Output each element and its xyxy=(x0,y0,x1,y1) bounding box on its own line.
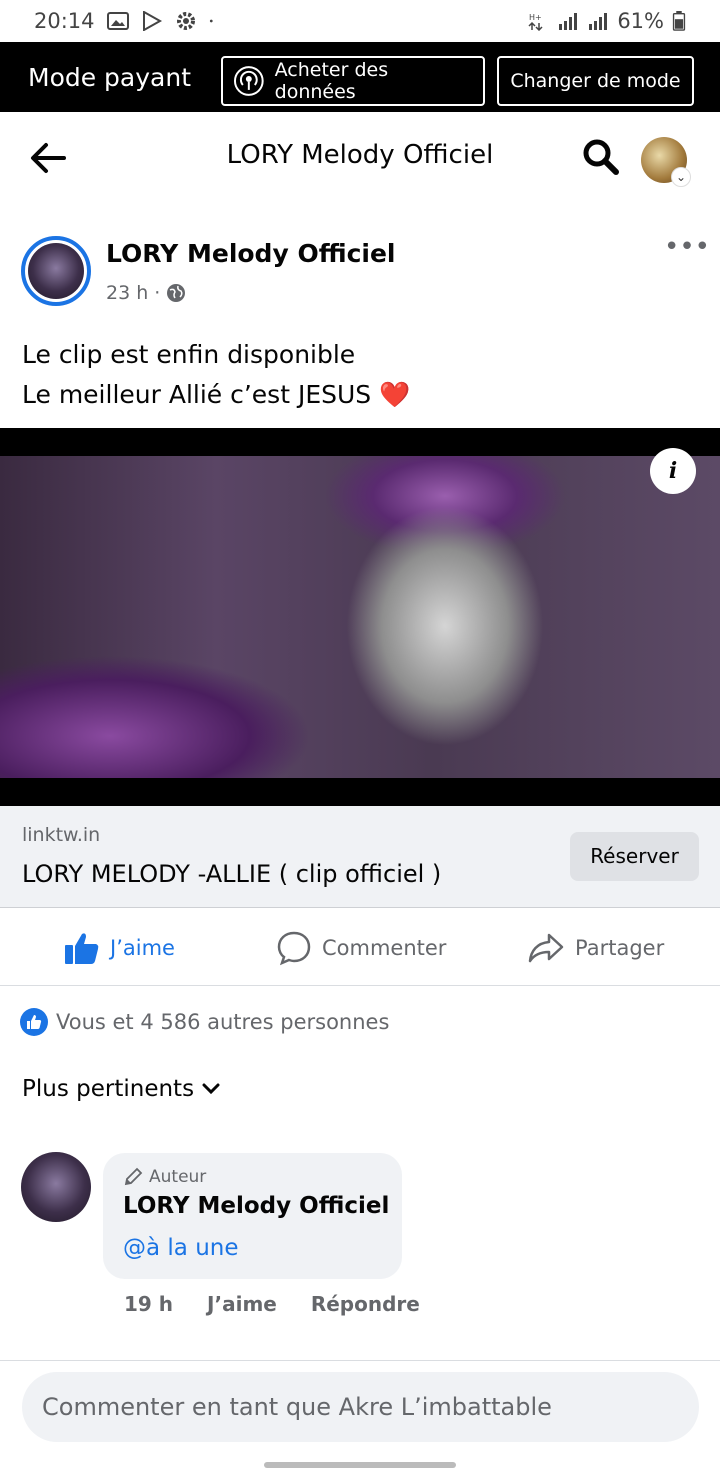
play-store-icon xyxy=(142,11,162,31)
post-time[interactable]: 23 h xyxy=(106,282,148,304)
comment-sort-dropdown[interactable]: Plus pertinents xyxy=(22,1076,220,1102)
comment-bubble[interactable]: Auteur LORY Melody Officiel @à la une xyxy=(103,1153,402,1279)
hotspot-icon xyxy=(233,66,264,96)
signal-icon xyxy=(559,13,578,30)
globe-icon xyxy=(167,284,186,302)
comment-meta: 19 h J’aime Répondre xyxy=(124,1292,420,1316)
app-header: LORY Melody Officiel ⌄ xyxy=(0,112,720,202)
post-text-line2: Le meilleur Allié c’est JESUS xyxy=(22,380,372,409)
share-label: Partager xyxy=(575,936,665,960)
comment-reply-button[interactable]: Répondre xyxy=(311,1292,420,1316)
like-label: J’aime xyxy=(110,936,175,960)
post-author[interactable]: LORY Melody Officiel xyxy=(106,239,396,268)
settings-icon xyxy=(176,12,195,30)
home-indicator[interactable] xyxy=(264,1462,456,1468)
comment-label: Commenter xyxy=(322,936,447,960)
post-meta: 23 h · xyxy=(106,282,186,304)
meta-separator: · xyxy=(154,282,161,304)
video-thumbnail[interactable] xyxy=(0,456,720,778)
change-mode-button[interactable]: Changer de mode xyxy=(497,56,694,106)
profile-avatar[interactable]: ⌄ xyxy=(641,137,691,187)
link-domain: linktw.in xyxy=(22,824,101,846)
change-mode-label: Changer de mode xyxy=(510,70,681,92)
comment-button[interactable]: Commenter xyxy=(276,928,446,968)
data-arrows-icon: H+ xyxy=(528,13,543,31)
reactions-summary[interactable]: Vous et 4 586 autres personnes xyxy=(20,1008,389,1036)
post-header: LORY Melody Officiel 23 h · ••• xyxy=(0,222,720,322)
composer-divider xyxy=(0,1360,720,1361)
dot-icon xyxy=(209,19,213,23)
status-time: 20:14 xyxy=(34,9,95,33)
page-avatar[interactable] xyxy=(21,236,91,306)
reserve-button[interactable]: Réserver xyxy=(570,832,699,881)
share-button[interactable]: Partager xyxy=(527,928,664,968)
comment-icon xyxy=(277,931,311,966)
comment-time: 19 h xyxy=(124,1292,174,1316)
chevron-down-icon: ⌄ xyxy=(671,167,691,187)
mode-bar: Mode payant Acheter des données Changer … xyxy=(0,42,720,112)
comment-text[interactable]: @à la une xyxy=(123,1235,239,1261)
link-title: LORY MELODY -ALLIE ( clip officiel ) xyxy=(22,860,442,888)
heart-emoji: ❤️ xyxy=(379,380,411,409)
post-text: Le clip est enfin disponible Le meilleur… xyxy=(22,335,702,415)
chevron-down-icon xyxy=(202,1083,220,1095)
comment-input[interactable] xyxy=(22,1372,699,1442)
video-player[interactable] xyxy=(0,428,720,806)
comment-like-button[interactable]: J’aime xyxy=(207,1292,277,1316)
battery-percent: 61% xyxy=(617,9,664,33)
info-icon[interactable]: i xyxy=(650,448,696,494)
signal-icon xyxy=(589,13,608,30)
post-text-line2-row: Le meilleur Allié c’est JESUS ❤️ xyxy=(22,375,702,415)
comment-avatar[interactable] xyxy=(21,1152,91,1222)
like-button[interactable]: J’aime xyxy=(64,928,175,968)
sort-label: Plus pertinents xyxy=(22,1076,195,1102)
link-preview[interactable]: linktw.in LORY MELODY -ALLIE ( clip offi… xyxy=(0,806,720,908)
mode-title: Mode payant xyxy=(28,62,192,92)
author-badge: Auteur xyxy=(123,1167,206,1187)
svg-text:H+: H+ xyxy=(529,13,542,22)
thumbs-up-icon xyxy=(65,933,99,964)
like-reaction-icon xyxy=(20,1008,48,1036)
battery-icon xyxy=(672,11,686,31)
author-badge-label: Auteur xyxy=(149,1167,207,1187)
share-icon xyxy=(528,933,564,963)
buy-data-button[interactable]: Acheter des données xyxy=(221,56,485,106)
post-actions: J’aime Commenter Partager xyxy=(0,908,720,986)
more-options-icon[interactable]: ••• xyxy=(664,234,710,266)
buy-data-label: Acheter des données xyxy=(274,59,389,103)
status-bar: 20:14 H+ 61% xyxy=(0,0,720,42)
reactions-text: Vous et 4 586 autres personnes xyxy=(56,1010,390,1034)
search-icon[interactable] xyxy=(582,138,620,176)
post-text-line1: Le clip est enfin disponible xyxy=(22,340,356,369)
comment-author[interactable]: LORY Melody Officiel xyxy=(123,1193,389,1219)
back-arrow-icon[interactable] xyxy=(28,138,68,178)
image-icon xyxy=(106,12,129,30)
pencil-icon xyxy=(124,1167,143,1186)
